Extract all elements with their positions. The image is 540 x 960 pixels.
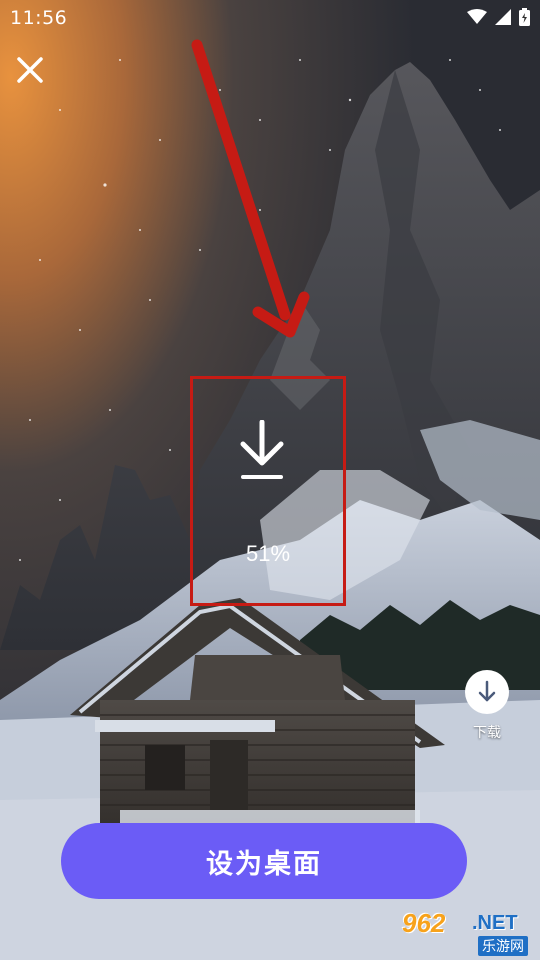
watermark-brand: 962 [402, 908, 446, 938]
watermark-sub: 乐游网 [478, 936, 528, 956]
watermark-suffix: .NET [472, 912, 518, 934]
status-time: 11:56 [10, 7, 68, 29]
side-download-button[interactable]: 下载 [464, 670, 510, 742]
set-as-wallpaper-button[interactable]: 设为桌面 [61, 823, 467, 899]
watermark-logo: 962 .NET 乐游网 [402, 908, 536, 956]
download-icon [478, 680, 496, 702]
download-progress-percent: 51% [245, 541, 291, 566]
close-button[interactable] [14, 54, 46, 86]
side-download-label: 下载 [473, 725, 501, 741]
status-bar: 11:56 [0, 0, 540, 36]
wifi-icon [467, 9, 487, 24]
download-highlight-box [190, 376, 346, 606]
signal-icon [495, 9, 511, 25]
close-icon [17, 57, 43, 83]
battery-icon [519, 8, 530, 26]
download-arrow-icon [240, 420, 284, 479]
